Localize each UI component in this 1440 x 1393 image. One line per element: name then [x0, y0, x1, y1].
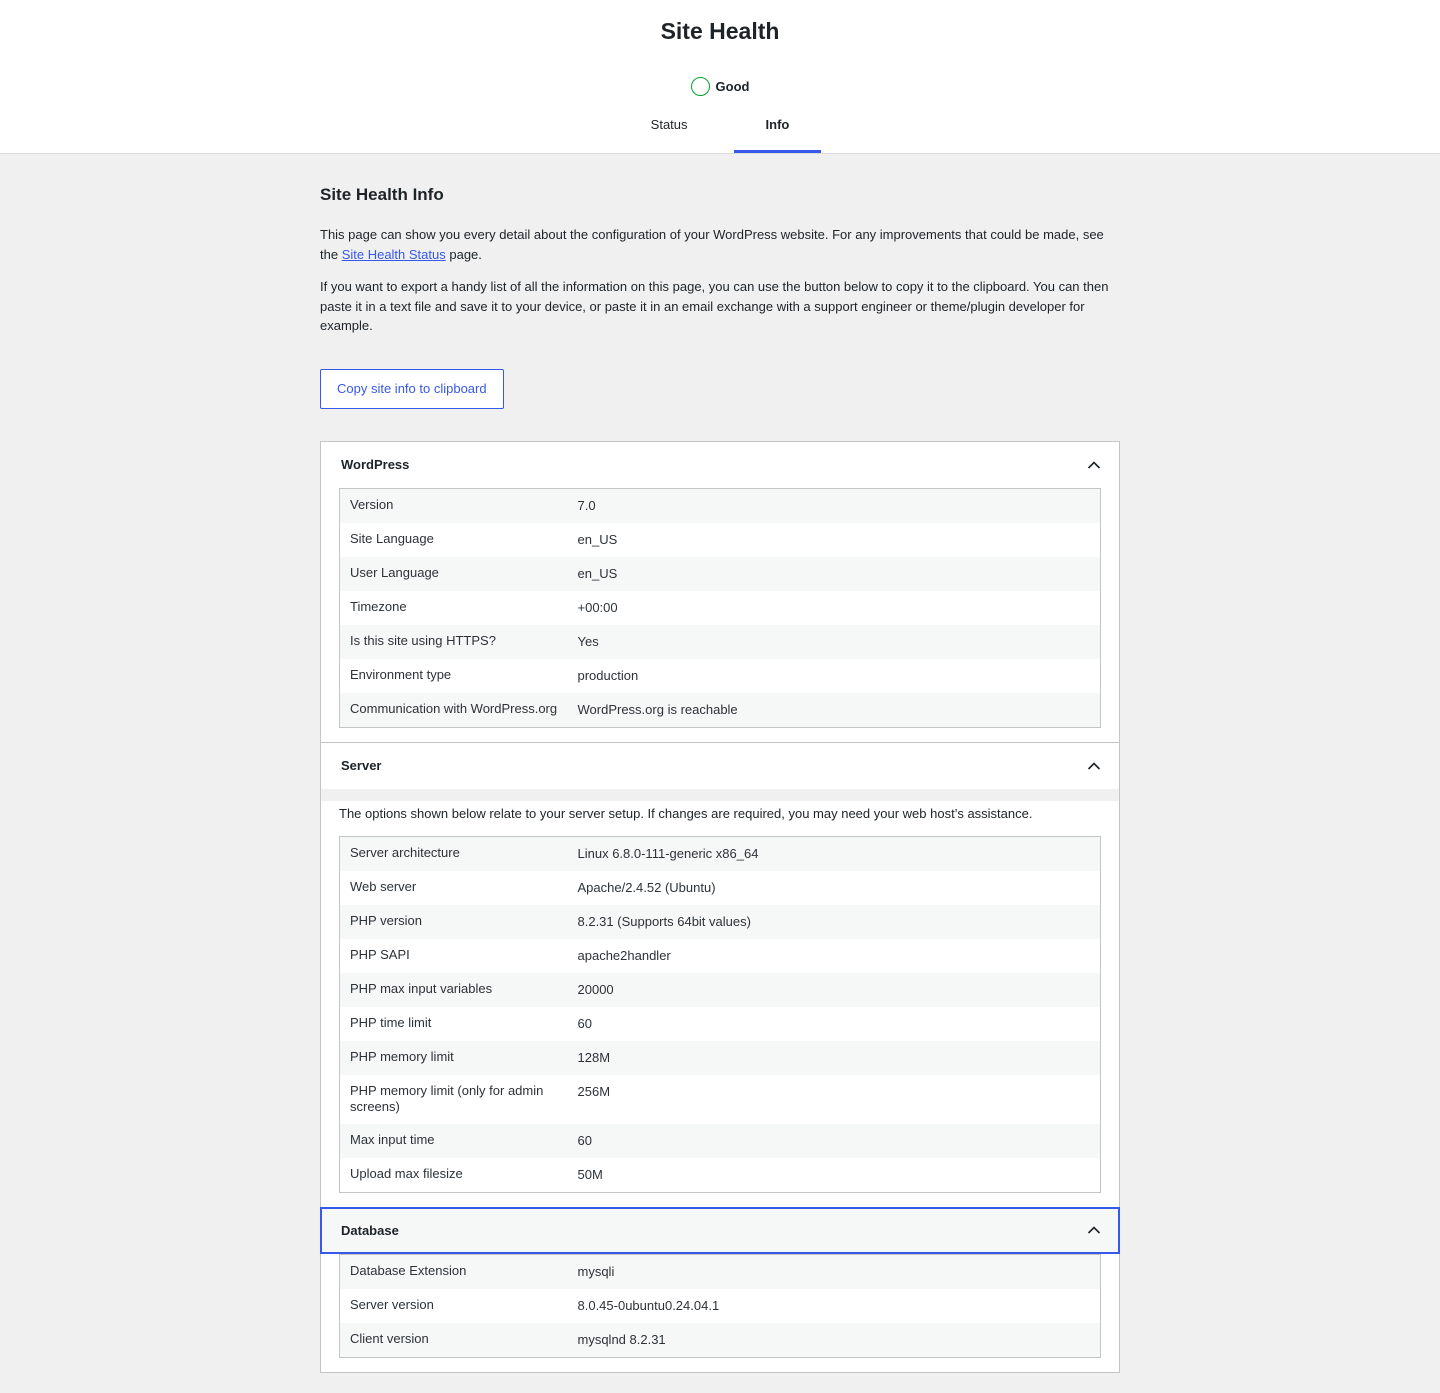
row-value: mysqli — [567, 1254, 1101, 1289]
row-label: Environment type — [350, 666, 452, 682]
section-database-body: Database Extension mysqli Server version 8.… — [321, 1253, 1119, 1372]
table-row: Database Extension mysqli — [339, 1254, 1101, 1289]
table-row: PHP version 8.2.31 (Supports 64bit values… — [339, 904, 1101, 939]
database-table: Database Extension mysqli Server version 8.… — [339, 1253, 1101, 1358]
row-label: Upload max filesize — [350, 1165, 463, 1181]
section-database-title: Database — [341, 1222, 399, 1238]
row-label: PHP version — [339, 904, 568, 939]
intro-text-end: page. — [445, 246, 482, 262]
row-value: apache2handler — [577, 947, 671, 963]
row-label: PHP SAPI — [350, 946, 410, 962]
table-row: Site Language en_US — [340, 523, 1101, 557]
row-label: PHP max input variables — [339, 972, 568, 1007]
table-row: PHP SAPI apache2handler — [340, 939, 1101, 973]
section-server: Server The options shown below relate to… — [321, 743, 1119, 1208]
row-value: 60 — [567, 1123, 1101, 1158]
table-row: User Language en_US — [339, 556, 1101, 591]
table-row: Max input time 60 — [339, 1123, 1101, 1158]
section-wordpress-toggle[interactable]: WordPress — [321, 442, 1119, 488]
server-description: The options shown below relate to your s… — [339, 805, 1033, 821]
divider — [321, 788, 1119, 801]
table-row: PHP time limit 60 — [340, 1007, 1101, 1041]
table-row: PHP max input variables 20000 — [339, 972, 1101, 1007]
section-server-body: The options shown below relate to your s… — [321, 788, 1119, 1207]
server-table: Server architecture Linux 6.8.0-111-gener… — [339, 835, 1101, 1193]
row-label: Version — [339, 488, 568, 523]
row-value: 50M — [577, 1166, 603, 1182]
tab-info[interactable]: Info — [733, 101, 822, 153]
site-health-status-link[interactable]: Site Health Status — [342, 247, 446, 262]
section-wordpress-body: Version 7.0 Site Language en_US User Languag… — [321, 487, 1119, 742]
table-row: Server architecture Linux 6.8.0-111-gener… — [339, 836, 1101, 871]
status-label: Good — [715, 78, 750, 94]
row-label: PHP memory limit — [339, 1040, 568, 1075]
row-value: 20000 — [567, 972, 1101, 1007]
health-status: Good — [0, 76, 1440, 96]
row-label: PHP time limit — [350, 1014, 432, 1030]
row-value: Apache/2.4.52 (Ubuntu) — [577, 879, 716, 895]
table-row: PHP memory limit 128M — [339, 1040, 1101, 1075]
row-label: Database Extension — [339, 1254, 568, 1289]
row-value: 8.0.45-0ubuntu0.24.04.1 — [577, 1297, 720, 1313]
row-value: Linux 6.8.0-111-generic x86_64 — [567, 836, 1101, 871]
row-value: +00:00 — [577, 599, 618, 615]
row-value: en_US — [577, 531, 618, 547]
table-row: Upload max filesize 50M — [340, 1158, 1101, 1193]
site-health-header: Site Health Good Status Info — [0, 0, 1440, 154]
row-value: en_US — [567, 556, 1101, 591]
tab-nav: Status Info — [0, 101, 1440, 153]
chevron-up-icon — [1087, 460, 1101, 469]
info-accordion: WordPress Version 7.0 Site Language en_US Us… — [320, 440, 1120, 1373]
row-value: 8.2.31 (Supports 64bit values) — [567, 904, 1101, 939]
row-value: mysqlnd 8.2.31 — [567, 1322, 1101, 1357]
table-row: PHP memory limit (only for admin screens… — [340, 1075, 1101, 1124]
section-database: Database Database Extension mysqli Server … — [320, 1206, 1120, 1372]
copy-site-info-button[interactable]: Copy site info to clipboard — [320, 368, 504, 409]
wordpress-table: Version 7.0 Site Language en_US User Languag… — [339, 487, 1101, 728]
table-row: Version 7.0 — [339, 488, 1101, 523]
export-paragraph: If you want to export a handy list of al… — [320, 279, 1109, 333]
info-title: Site Health Info — [320, 185, 444, 204]
section-database-toggle[interactable]: Database — [320, 1206, 1120, 1254]
section-server-toggle[interactable]: Server — [321, 743, 1119, 789]
row-label: User Language — [339, 556, 568, 591]
table-row: Communication with WordPress.org WordPres… — [339, 692, 1101, 727]
row-label: Is this site using HTTPS? — [339, 624, 568, 659]
row-value: 128M — [567, 1040, 1101, 1075]
table-row: Server version 8.0.45-0ubuntu0.24.04.1 — [340, 1289, 1101, 1323]
table-row: Is this site using HTTPS? Yes — [339, 624, 1101, 659]
section-wordpress-title: WordPress — [341, 457, 410, 472]
row-label: PHP memory limit (only for admin screens… — [350, 1082, 544, 1114]
row-label: Communication with WordPress.org — [339, 692, 568, 727]
table-row: Environment type production — [340, 659, 1101, 693]
row-value: production — [577, 667, 639, 683]
table-row: Timezone +00:00 — [340, 591, 1101, 625]
section-wordpress: WordPress Version 7.0 Site Language en_US Us… — [321, 442, 1119, 743]
table-row: Client version mysqlnd 8.2.31 — [339, 1322, 1101, 1357]
chevron-up-icon — [1087, 1226, 1101, 1234]
section-server-title: Server — [341, 758, 382, 773]
row-label: Server version — [350, 1296, 434, 1312]
row-label: Timezone — [350, 598, 407, 614]
row-label: Web server — [350, 878, 417, 894]
main-content: Site Health Info This page can show you … — [320, 154, 1120, 1373]
row-value: Yes — [567, 624, 1101, 659]
table-row: Web server Apache/2.4.52 (Ubuntu) — [340, 871, 1101, 905]
row-value: WordPress.org is reachable — [567, 692, 1101, 727]
status-circle-icon — [690, 76, 710, 96]
chevron-up-icon — [1087, 761, 1101, 770]
row-value: 60 — [577, 1015, 592, 1031]
tab-status[interactable]: Status — [619, 101, 720, 153]
row-label: Max input time — [339, 1123, 568, 1158]
row-value: 256M — [577, 1083, 611, 1099]
row-value: 7.0 — [567, 488, 1101, 523]
page-title: Site Health — [660, 18, 780, 44]
row-label: Client version — [339, 1322, 568, 1357]
intro-paragraph: This page can show you every detail abou… — [320, 225, 1120, 264]
row-label: Server architecture — [339, 836, 568, 871]
row-label: Site Language — [350, 530, 434, 546]
